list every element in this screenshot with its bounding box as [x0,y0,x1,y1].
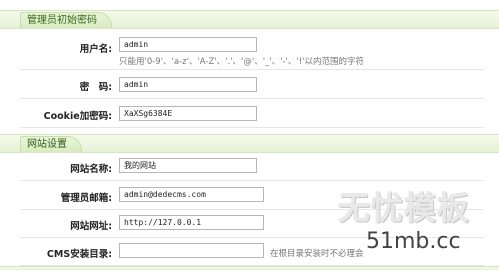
form-row-cookie: Cookie加密码: XaXSg6384E [20,99,484,128]
section-title-admin-password: 管理员初始密码 [20,12,112,29]
cms-dir-label: CMS安装目录: [46,249,112,260]
site-url-input[interactable]: http://127.0.0.1 [119,215,264,230]
password-label: 密 码: [79,82,112,93]
form-row-username: 用户名: admin 只能用'0-9'、'a-z'、'A-Z'、'.'、'@'、… [20,30,484,70]
username-input[interactable]: admin [119,37,257,52]
section-title-site-settings: 网站设置 [20,136,82,153]
form-row-site-name: 网站名称: 我的网站 [20,153,484,181]
cookie-input[interactable]: XaXSg6384E [119,106,257,121]
section-header-site-settings: 网站设置 [0,134,499,153]
site-url-label: 网站网址: [70,221,112,232]
watermark-title: 无忧模板 [338,189,471,227]
form-row-password: 密 码: admin [20,70,484,99]
username-label: 用户名: [79,44,112,55]
admin-email-label: 管理员邮箱: [60,193,112,204]
site-name-input[interactable]: 我的网站 [119,158,257,173]
username-hint: 只能用'0-9'、'a-z'、'A-Z'、'.'、'@'、'_'、'-'、'!'… [119,57,364,67]
site-name-label: 网站名称: [70,164,112,175]
watermark-logo: 无忧模板 51mb.cc [330,183,495,268]
cms-dir-input[interactable] [119,243,264,258]
section-header-admin-password: 管理员初始密码 [0,10,499,29]
cookie-label: Cookie加密码: [43,111,112,122]
admin-email-input[interactable]: admin@dedecms.com [119,187,264,202]
watermark-url: 51mb.cc [366,229,461,254]
password-input[interactable]: admin [119,77,257,92]
